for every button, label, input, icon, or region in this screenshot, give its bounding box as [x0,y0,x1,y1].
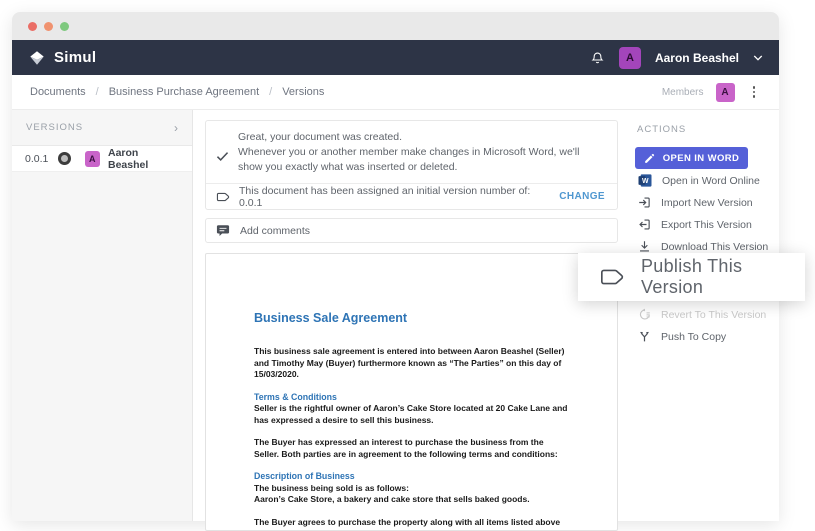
import-icon [638,196,651,209]
version-tag-icon [216,191,230,203]
document-paragraph: The Buyer has expressed an interest to p… [254,437,558,459]
version-list-item[interactable]: 0.0.1 A Aaron Beashel [12,146,192,172]
add-comments-input[interactable]: Add comments [205,218,618,243]
breadcrumb-separator: / [95,86,99,98]
collapse-chevron-icon[interactable]: › [174,121,178,135]
close-window-button[interactable] [28,21,37,31]
change-version-link[interactable]: CHANGE [559,191,605,202]
notice-line-1: Great, your document was created. [238,131,402,143]
breadcrumb-document-title[interactable]: Business Purchase Agreement [109,86,259,98]
document-title: Business Sale Agreement [254,311,408,325]
action-export-this-version[interactable]: Export This Version [635,214,779,235]
breadcrumb-bar: Documents / Business Purchase Agreement … [12,75,779,110]
comment-icon [216,224,230,237]
version-author-name: Aaron Beashel [108,146,149,171]
document-paragraph: The Buyer agrees to purchase the propert… [254,516,561,531]
members-label: Members [661,86,704,98]
top-navigation: Simul A Aaron Beashel [12,40,779,75]
versions-title: VERSIONS [26,122,84,133]
version-assignment-row: This document has been assigned an initi… [206,183,617,209]
user-name: Aaron Beashel [654,50,739,65]
breadcrumb-separator: / [269,86,273,98]
brand-name: Simul [54,49,97,66]
actions-panel: ACTIONS OPEN IN WORD W Open in Word Onli… [630,110,779,521]
action-revert-to-this-version: Revert To This Version [635,304,779,325]
version-author-avatar: A [84,150,100,167]
document-preview[interactable]: Business Sale Agreement This business sa… [205,253,618,531]
word-logo-icon: W [638,174,652,187]
publish-this-version-callout[interactable]: Publish This Version [578,253,805,301]
export-icon [638,218,651,231]
member-avatar[interactable]: A [715,82,735,102]
document-paragraph: Seller is the rightful owner of Aaron’s … [254,403,568,425]
breadcrumb-versions[interactable]: Versions [282,86,324,98]
action-push-to-copy[interactable]: Push To Copy [635,326,779,347]
document-heading: Terms & Conditions [254,391,337,402]
window-chrome [12,12,779,40]
document-paragraph: The business being sold is as follows: A… [254,482,530,505]
screenshot-canvas: Simul A Aaron Beashel Documents / Busine… [0,0,815,531]
download-icon [638,240,651,253]
minimize-window-button[interactable] [44,21,53,31]
breadcrumb-documents[interactable]: Documents [30,86,86,98]
open-in-word-button[interactable]: OPEN IN WORD [635,147,748,169]
main-content: Great, your document was created. Whenev… [193,110,630,531]
check-icon [216,138,229,175]
notice-line-2: Whenever you or another member make chan… [238,146,580,173]
notifications-bell-icon[interactable] [590,50,605,66]
revert-icon [638,308,651,321]
add-comments-placeholder: Add comments [240,224,311,237]
simul-logo-icon [28,49,46,67]
open-in-word-label: OPEN IN WORD [662,152,740,164]
actions-title: ACTIONS [637,124,687,135]
version-timeline-dot-icon [57,152,71,165]
creation-notice-card: Great, your document was created. Whenev… [205,120,618,210]
action-open-in-word-online[interactable]: W Open in Word Online [635,170,779,191]
publish-this-version-label: Publish This Version [641,256,743,297]
versions-header: VERSIONS › [12,110,192,146]
user-menu-chevron-down-icon[interactable] [753,54,763,62]
pencil-icon [644,153,655,164]
brand[interactable]: Simul [28,49,96,67]
version-number: 0.0.1 [25,152,49,165]
branch-icon [638,330,651,343]
user-avatar[interactable]: A [618,46,641,69]
more-options-kebab-icon[interactable] [747,84,762,100]
document-paragraph: This business sale agreement is entered … [254,346,565,379]
versions-sidebar: VERSIONS › 0.0.1 A Aaron Beashel [12,110,193,521]
publish-tag-icon [599,266,625,288]
action-import-new-version[interactable]: Import New Version [635,192,779,213]
version-assignment-text: This document has been assigned an initi… [239,184,531,209]
svg-text:W: W [642,178,649,185]
document-heading: Description of Business [254,471,355,481]
maximize-window-button[interactable] [60,21,69,31]
